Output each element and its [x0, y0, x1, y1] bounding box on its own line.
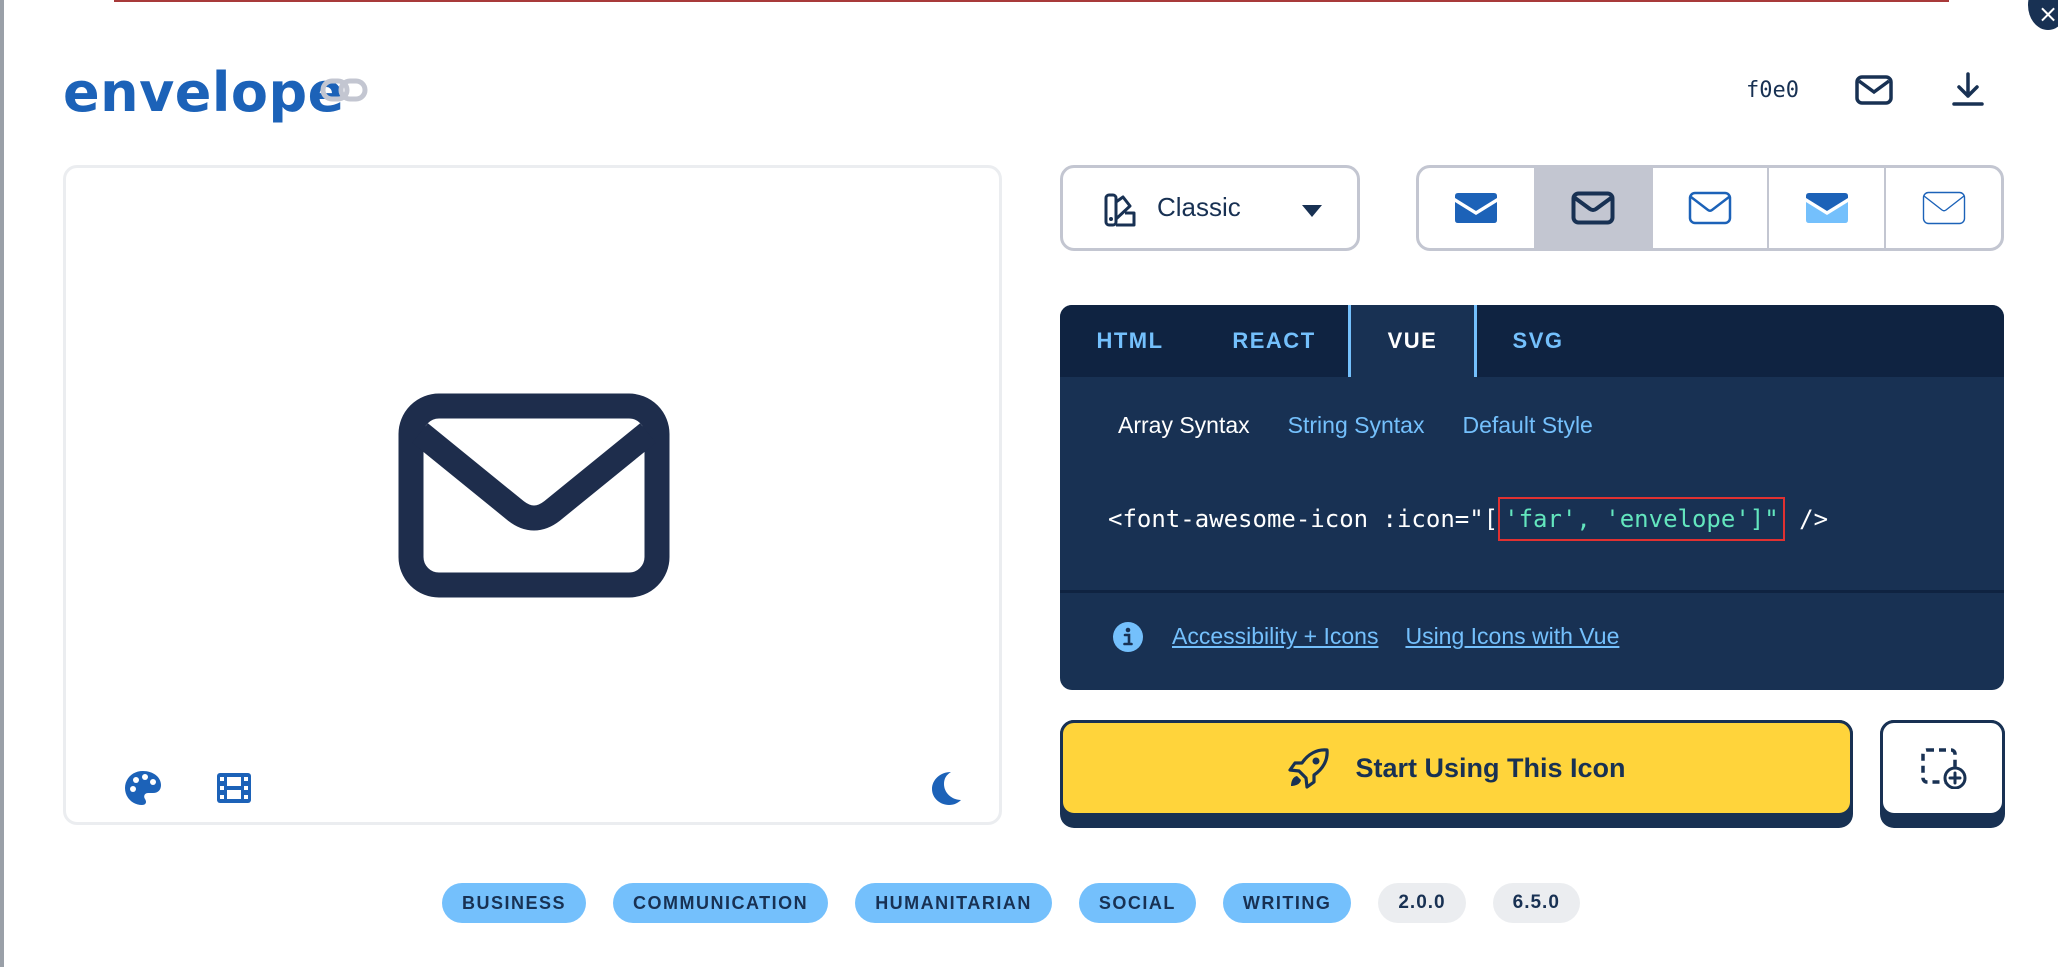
envelope-thin-icon — [1922, 191, 1965, 225]
envelope-regular-icon — [1571, 191, 1615, 225]
accessibility-link[interactable]: Accessibility + Icons — [1172, 623, 1378, 650]
tab-vue[interactable]: VUE — [1348, 305, 1477, 377]
envelope-solid-icon — [1455, 193, 1498, 223]
code-snippet-panel: HTML REACT VUE SVG Array Syntax String S… — [1060, 305, 2004, 690]
palette-icon[interactable] — [123, 768, 163, 808]
envelope-icon — [398, 393, 670, 598]
tag-category[interactable]: SOCIAL — [1078, 883, 1196, 923]
style-variant-group — [1416, 165, 2004, 251]
icon-detail-modal: envelope f0e0 Classic HTML REACT VUE SVG… — [4, 0, 2058, 967]
add-to-kit-button-face — [1880, 720, 2005, 816]
film-icon[interactable] — [214, 768, 254, 808]
moon-icon[interactable] — [925, 768, 965, 808]
add-to-kit-button[interactable] — [1880, 720, 2005, 828]
vue-usage-link[interactable]: Using Icons with Vue — [1405, 623, 1619, 650]
tab-svg[interactable]: SVG — [1477, 305, 1599, 377]
tag-list: BUSINESS COMMUNICATION HUMANITARIAN SOCI… — [442, 883, 1580, 923]
tag-category[interactable]: HUMANITARIAN — [855, 883, 1052, 923]
tag-category[interactable]: WRITING — [1222, 883, 1352, 923]
code-prefix: <font-awesome-icon :icon="[ — [1108, 505, 1499, 533]
download-icon[interactable] — [1948, 70, 1988, 110]
caret-down-icon — [1302, 205, 1322, 217]
variant-thin-button[interactable] — [1886, 168, 2001, 248]
envelope-light-icon — [1688, 191, 1732, 225]
start-using-button[interactable]: Start Using This Icon — [1060, 720, 1853, 828]
icon-title: envelope — [63, 61, 345, 124]
tab-react[interactable]: REACT — [1200, 305, 1348, 377]
subtab-array-syntax[interactable]: Array Syntax — [1118, 412, 1250, 439]
code-divider — [1060, 590, 2004, 593]
close-icon: × — [2037, 0, 2058, 28]
subtab-string-syntax[interactable]: String Syntax — [1288, 412, 1425, 439]
tag-category[interactable]: COMMUNICATION — [613, 883, 829, 923]
rocket-icon — [1288, 748, 1330, 789]
square-dashed-plus-icon — [1920, 748, 1966, 789]
top-strip — [114, 0, 1949, 2]
copy-glyph-envelope-icon[interactable] — [1854, 70, 1894, 110]
style-family-select[interactable]: Classic — [1060, 165, 1360, 251]
unicode-label[interactable]: f0e0 — [1746, 78, 1799, 103]
paintbrush-swatch-icon — [1104, 193, 1136, 227]
tag-version[interactable]: 6.5.0 — [1492, 883, 1580, 923]
envelope-duotone-icon — [1805, 193, 1848, 223]
variant-regular-button[interactable] — [1535, 168, 1653, 248]
code-highlight: 'far', 'envelope']" — [1498, 497, 1785, 541]
subtab-default-style[interactable]: Default Style — [1462, 412, 1592, 439]
start-using-button-label: Start Using This Icon — [1355, 752, 1626, 783]
code-suffix: /> — [1784, 505, 1829, 533]
code-snippet[interactable]: <font-awesome-icon :icon="['far', 'envel… — [1108, 497, 1829, 541]
variant-solid-button[interactable] — [1419, 168, 1536, 248]
start-using-button-face: Start Using This Icon — [1060, 720, 1853, 816]
style-select-label: Classic — [1157, 192, 1241, 222]
variant-light-button[interactable] — [1653, 168, 1770, 248]
variant-duotone-button[interactable] — [1769, 168, 1887, 248]
syntax-subtabs: Array Syntax String Syntax Default Style — [1118, 412, 1593, 439]
code-tabs: HTML REACT VUE SVG — [1060, 305, 2004, 377]
info-circle-icon — [1113, 622, 1143, 652]
tag-category[interactable]: BUSINESS — [442, 883, 587, 923]
doc-links: Accessibility + Icons Using Icons with V… — [1172, 623, 1619, 650]
icon-preview-panel — [63, 165, 1002, 825]
tab-html[interactable]: HTML — [1060, 305, 1200, 377]
tag-version[interactable]: 2.0.0 — [1378, 883, 1466, 923]
link-icon[interactable] — [320, 72, 368, 108]
